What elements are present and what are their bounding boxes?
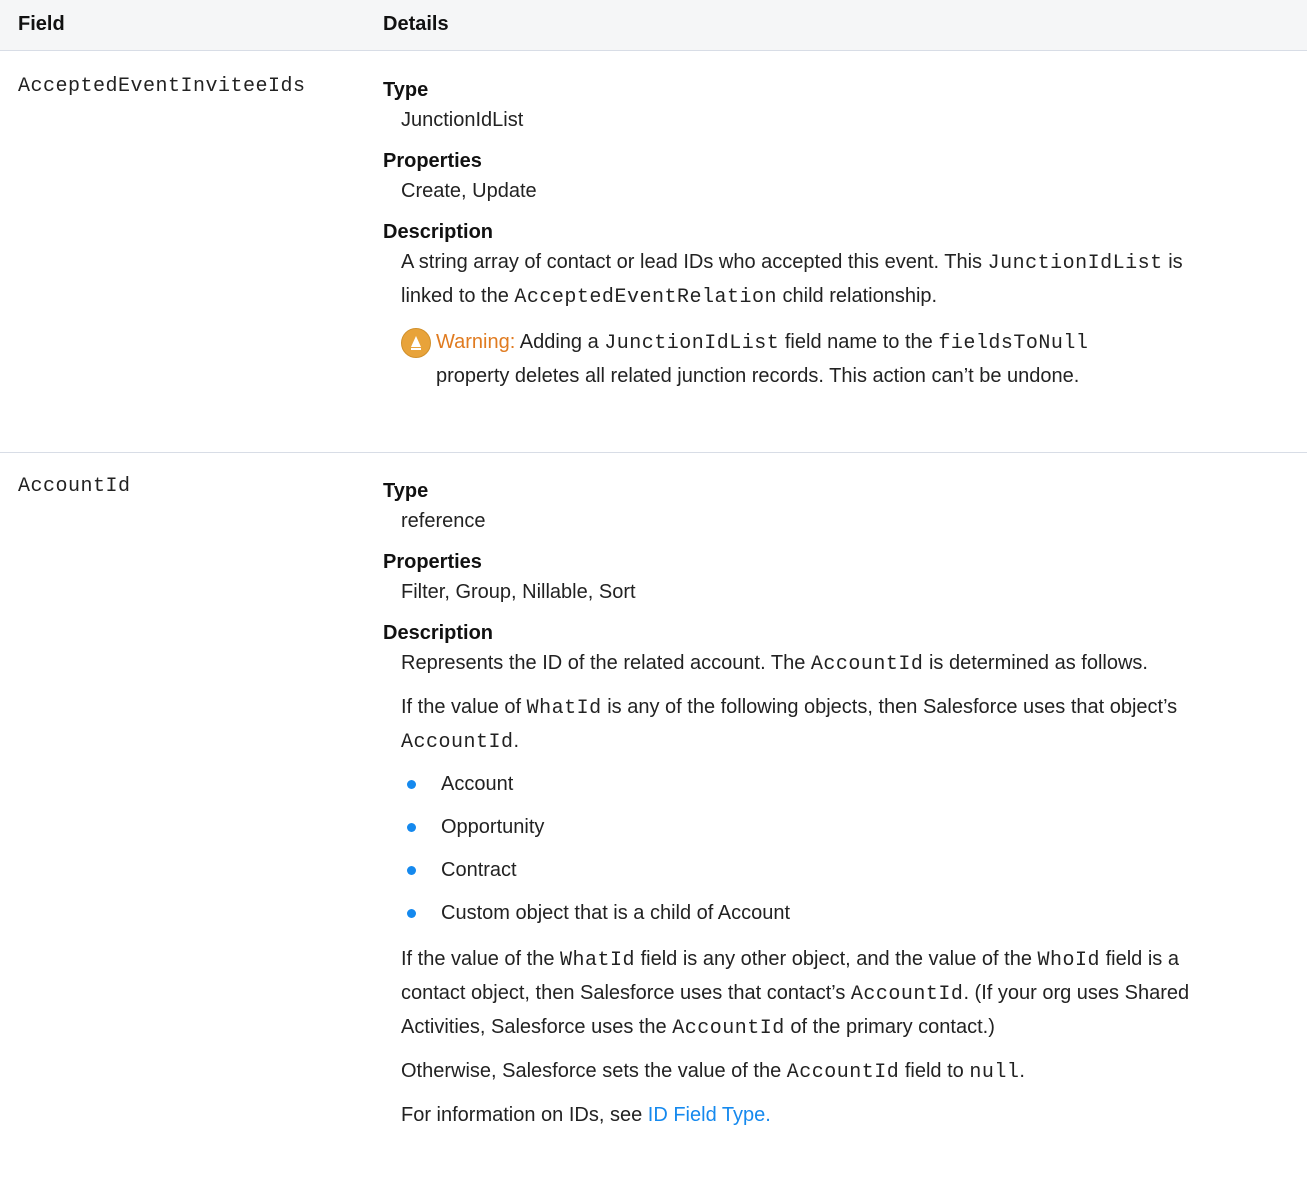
code-term: AccountId — [401, 731, 514, 754]
description-paragraph: If the value of the WhatId field is any … — [401, 948, 1190, 1040]
type-label: Type — [383, 79, 429, 101]
list-item: Account — [383, 763, 1298, 806]
code-term: JunctionIdList — [604, 332, 780, 355]
description-label: Description — [383, 221, 494, 243]
row-divider — [0, 452, 1307, 453]
code-term: AcceptedEventRelation — [514, 286, 777, 309]
table-header: Field Details — [0, 0, 1307, 51]
code-term: AccountId — [810, 653, 924, 676]
list-item: Opportunity — [383, 806, 1298, 849]
id-field-type-link[interactable]: ID Field Type. — [648, 1104, 771, 1126]
warning-note: Warning: Adding a JunctionIdList field n… — [383, 326, 1298, 392]
field-details: Type reference Properties Filter, Group,… — [383, 479, 1298, 1131]
description-paragraph: For information on IDs, see ID Field Typ… — [401, 1104, 771, 1126]
bullet-icon — [407, 866, 416, 875]
warning-icon — [401, 328, 431, 358]
bullet-icon — [407, 823, 416, 832]
code-term: WhatId — [526, 697, 602, 720]
properties-label: Properties — [383, 150, 482, 172]
bullet-icon — [407, 780, 416, 789]
list-item: Contract — [383, 849, 1298, 892]
type-value: reference — [401, 510, 486, 532]
properties-label: Properties — [383, 551, 482, 573]
code-term: fieldsToNull — [938, 332, 1089, 355]
code-term: AccountId — [786, 1061, 900, 1084]
code-term: WhoId — [1037, 949, 1101, 972]
code-term: AccountId — [672, 1017, 785, 1040]
code-term: JunctionIdList — [987, 252, 1163, 275]
column-header-field: Field — [18, 13, 65, 35]
list-item: Custom object that is a child of Account — [383, 892, 1298, 935]
object-list: Account Opportunity Contract Custom obje… — [383, 763, 1298, 935]
properties-value: Filter, Group, Nillable, Sort — [401, 581, 636, 603]
type-value: JunctionIdList — [401, 109, 524, 131]
description-label: Description — [383, 622, 494, 644]
field-name: AccountId — [18, 475, 131, 498]
code-term: AccountId — [850, 983, 964, 1006]
properties-value: Create, Update — [401, 180, 537, 202]
field-details: Type JunctionIdList Properties Create, U… — [383, 78, 1298, 392]
description-paragraph: Represents the ID of the related account… — [401, 652, 1148, 676]
code-term: WhatId — [560, 949, 636, 972]
type-label: Type — [383, 480, 429, 502]
bullet-icon — [407, 909, 416, 918]
field-name: AcceptedEventInviteeIds — [18, 75, 306, 98]
column-header-details: Details — [383, 13, 449, 35]
description-paragraph: Otherwise, Salesforce sets the value of … — [401, 1060, 1025, 1084]
description-text: A string array of contact or lead IDs wh… — [401, 251, 1183, 309]
warning-title: Warning: — [436, 331, 516, 353]
description-paragraph: If the value of WhatId is any of the fol… — [401, 696, 1178, 754]
code-term: null — [969, 1061, 1020, 1084]
